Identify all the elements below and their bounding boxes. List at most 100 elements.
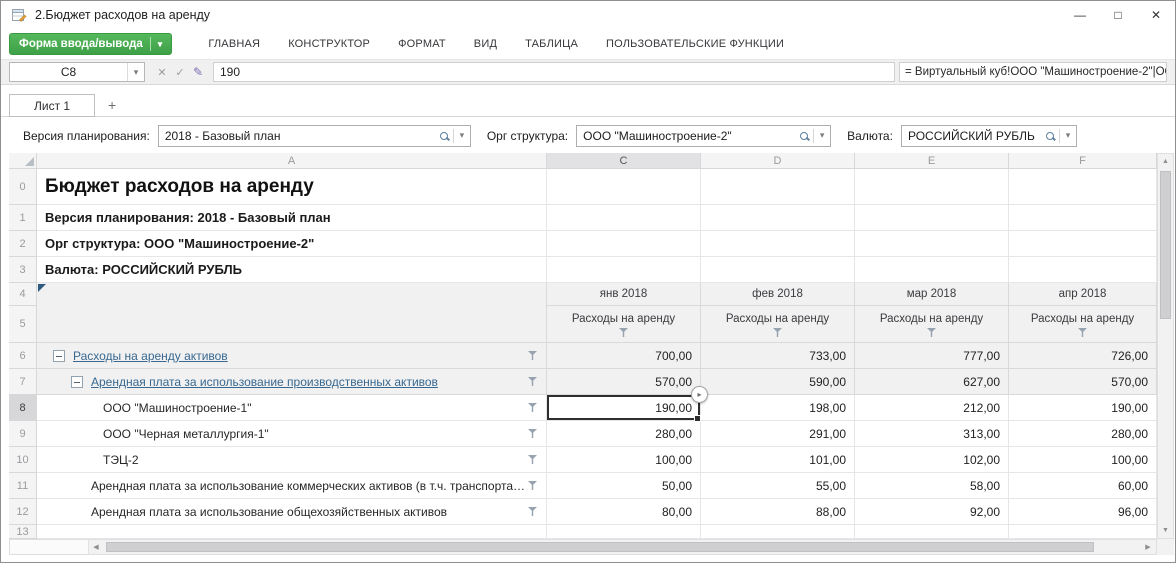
info-cell[interactable]: Орг структура: ООО "Машиностроение-2" [37,231,547,257]
value-cell[interactable]: 88,00 [701,499,855,525]
row-label-cell[interactable]: Арендная плата за использование коммерче… [37,473,547,499]
empty-cell[interactable] [547,205,701,231]
empty-cell[interactable] [701,525,855,539]
row-header[interactable]: 4 [9,283,37,306]
empty-cell[interactable] [1009,231,1157,257]
row-header[interactable]: 6 [9,343,37,369]
row-label-cell[interactable]: ООО "Черная металлургия-1" [37,421,547,447]
value-cell[interactable]: 58,00 [855,473,1009,499]
row-label-cell[interactable]: ТЭЦ-2 [37,447,547,473]
chevron-down-icon[interactable]: ▾ [814,130,830,141]
vertical-scrollbar[interactable]: ▲ ▼ [1157,153,1174,539]
value-cell[interactable]: 590,00 [701,369,855,395]
empty-cell[interactable] [1009,169,1157,205]
confirm-icon[interactable]: ✓ [171,66,189,79]
empty-cell[interactable] [855,205,1009,231]
filter-icon[interactable] [528,377,537,386]
value-cell[interactable]: 700,00 [547,343,701,369]
value-cell[interactable]: 570,00 [547,369,701,395]
info-cell[interactable]: Валюта: РОССИЙСКИЙ РУБЛЬ [37,257,547,283]
value-cell[interactable]: 280,00 [547,421,701,447]
add-sheet-button[interactable]: + [95,93,129,116]
month-header[interactable]: апр 2018 [1009,283,1157,306]
filter-icon[interactable] [1078,328,1087,337]
value-cell[interactable]: 198,00 [701,395,855,421]
empty-cell[interactable] [855,257,1009,283]
empty-cell[interactable] [701,169,855,205]
formula-input[interactable]: 190 [213,62,895,82]
planning-version-combo[interactable]: 2018 - Базовый план ▾ [158,125,471,147]
filter-icon[interactable] [528,429,537,438]
ribbon-tab[interactable]: КОНСТРУКТОР [274,29,384,59]
chevron-down-icon[interactable]: ▾ [1060,130,1076,141]
value-cell[interactable]: 190,00 [1009,395,1157,421]
scroll-left-icon[interactable]: ◀ [88,540,104,554]
empty-cell[interactable] [547,257,701,283]
maximize-button[interactable]: □ [1099,1,1137,29]
row-label[interactable]: Арендная плата за использование производ… [91,375,438,389]
value-cell[interactable]: 280,00 [1009,421,1157,447]
value-cell[interactable]: 313,00 [855,421,1009,447]
value-cell[interactable]: 80,00 [547,499,701,525]
column-header-C[interactable]: C [547,153,701,169]
row-label-cell[interactable]: Арендная плата за использование общехозя… [37,499,547,525]
value-cell[interactable]: 100,00 [547,447,701,473]
value-cell[interactable]: 627,00 [855,369,1009,395]
value-cell[interactable]: 100,00 [1009,447,1157,473]
cell-reference-box[interactable]: C8 ▾ [9,62,145,82]
value-cell[interactable]: 102,00 [855,447,1009,473]
empty-cell[interactable] [547,169,701,205]
measure-header[interactable]: Расходы на аренду [855,306,1009,343]
value-cell[interactable]: 55,00 [701,473,855,499]
month-header[interactable]: фев 2018 [701,283,855,306]
row-header[interactable]: 9 [9,421,37,447]
filter-icon[interactable] [528,351,537,360]
search-icon[interactable] [795,126,813,146]
value-cell[interactable]: 212,00 [855,395,1009,421]
row-header[interactable]: 13 [9,525,37,539]
value-cell[interactable]: 777,00 [855,343,1009,369]
empty-cell[interactable] [701,257,855,283]
ribbon-tab[interactable]: ГЛАВНАЯ [194,29,274,59]
month-header[interactable]: мар 2018 [855,283,1009,306]
value-cell[interactable]: 92,00 [855,499,1009,525]
org-structure-combo[interactable]: ООО "Машиностроение-2" ▾ [576,125,831,147]
smart-tag-button[interactable]: ▸ [691,386,708,403]
empty-cell[interactable] [701,231,855,257]
collapse-minus-icon[interactable] [71,376,83,388]
empty-cell[interactable] [701,205,855,231]
select-all-corner[interactable] [9,153,37,169]
chevron-down-icon[interactable]: ▾ [454,130,470,141]
column-header-F[interactable]: F [1009,153,1157,169]
value-cell[interactable]: 190,00▸ [547,395,701,421]
ribbon-tab[interactable]: ПОЛЬЗОВАТЕЛЬСКИЕ ФУНКЦИИ [592,29,798,59]
value-cell[interactable]: 291,00 [701,421,855,447]
filter-icon[interactable] [927,328,936,337]
fill-handle[interactable] [694,415,701,422]
column-header-A[interactable]: A [37,153,547,169]
row-header[interactable]: 2 [9,231,37,257]
row-header[interactable]: 3 [9,257,37,283]
row-label-cell[interactable]: Расходы на аренду активов [37,343,547,369]
filter-icon[interactable] [528,403,537,412]
row-header[interactable]: 11 [9,473,37,499]
row-header[interactable]: 12 [9,499,37,525]
search-icon[interactable] [435,126,453,146]
value-cell[interactable]: 726,00 [1009,343,1157,369]
row-header[interactable]: 0 [9,169,37,205]
row-header[interactable]: 7 [9,369,37,395]
measure-header[interactable]: Расходы на аренду [1009,306,1157,343]
empty-cell[interactable] [855,169,1009,205]
sheet-tab[interactable]: Лист 1 [9,94,95,117]
function-icon[interactable]: ✎ [189,65,207,79]
horizontal-scrollbar[interactable]: ◀ ▶ [9,539,1157,555]
empty-cell[interactable] [855,525,1009,539]
vertical-scroll-thumb[interactable] [1160,171,1171,319]
measure-header[interactable]: Расходы на аренду [701,306,855,343]
row-header[interactable]: 1 [9,205,37,231]
info-cell[interactable]: Версия планирования: 2018 - Базовый план [37,205,547,231]
filter-icon[interactable] [528,455,537,464]
close-button[interactable]: ✕ [1137,1,1175,29]
collapse-minus-icon[interactable] [53,350,65,362]
scroll-right-icon[interactable]: ▶ [1140,540,1156,554]
